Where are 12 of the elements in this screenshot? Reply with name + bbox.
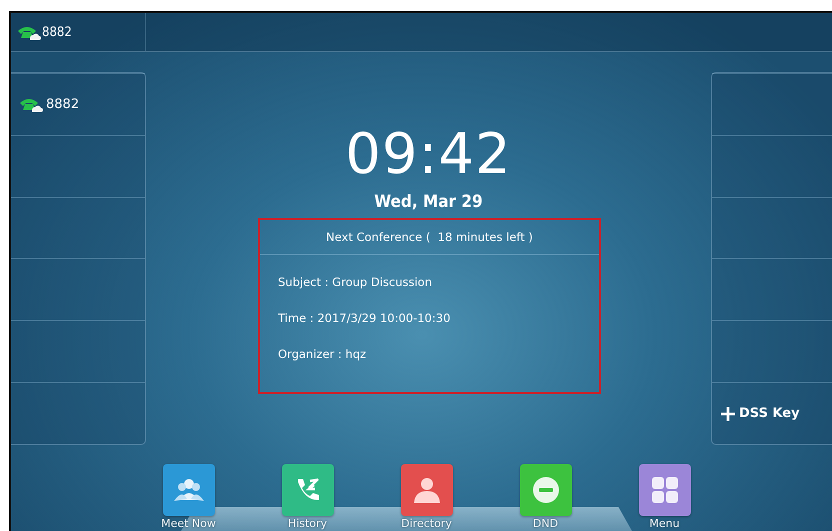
plus-icon <box>720 406 736 422</box>
phone-icon <box>19 96 43 112</box>
phone-icon <box>17 24 41 40</box>
account-label: 8882 <box>42 24 72 40</box>
conference-detail: Organizer : hqz <box>278 347 368 361</box>
clock-time: 09:42 <box>345 124 512 186</box>
dss-key-button[interactable]: DSS Key <box>720 406 800 422</box>
date-label: Wed, Mar 29 <box>374 192 483 212</box>
conference-detail: Time : 2017/3/29 10:00-10:30 <box>278 311 452 325</box>
conference-detail: Subject : Group Discussion <box>278 275 433 289</box>
line-key[interactable]: 8882 <box>19 96 80 112</box>
conference-title: Next Conference ( 18 minutes left ) <box>260 220 599 255</box>
